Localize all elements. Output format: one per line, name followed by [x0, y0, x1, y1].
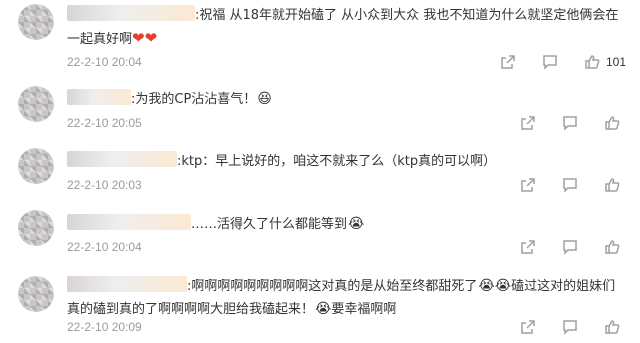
comment-button[interactable]: [562, 239, 578, 255]
comment-button[interactable]: [542, 54, 558, 70]
comment-text: :啊啊啊啊啊啊啊啊啊这对真的是从始至终都甜死了😭😭磕过这对的姐妹们真的磕到真的了…: [67, 275, 622, 321]
comment-button[interactable]: [562, 115, 578, 131]
like-button[interactable]: 101: [584, 54, 626, 70]
heart-emoji: ❤❤: [132, 29, 158, 47]
like-button[interactable]: [604, 177, 626, 193]
username-blurred[interactable]: [67, 276, 187, 292]
comment-time: 22-2-10 20:05: [67, 116, 142, 130]
like-button[interactable]: [604, 115, 626, 131]
comment-body: ……活得久了什么都能等到: [191, 217, 348, 232]
like-icon: [605, 178, 620, 192]
comment-icon: [563, 116, 577, 131]
comment-time: 22-2-10 20:04: [67, 240, 142, 254]
like-button[interactable]: [604, 239, 626, 255]
username-blurred[interactable]: [67, 214, 191, 230]
username-blurred[interactable]: [67, 5, 195, 21]
comment-actions: [520, 177, 626, 193]
comment-text: :祝福 从18年就开始磕了 从小众到大众 我也不知道为什么就坚定他俩会在一起真好…: [67, 5, 622, 51]
comment-actions: 101: [500, 54, 626, 70]
avatar[interactable]: [18, 276, 54, 312]
share-icon: [521, 116, 535, 130]
share-icon: [521, 240, 535, 254]
like-icon: [585, 55, 600, 69]
comment-text: ……活得久了什么都能等到😭: [67, 213, 622, 236]
comment-text: :为我的CP沾沾喜气！😆: [67, 88, 622, 111]
share-button[interactable]: [520, 239, 536, 255]
comment-body: :啊啊啊啊啊啊啊啊啊这对真的是从始至终都甜死了: [187, 279, 478, 294]
username-blurred[interactable]: [67, 151, 177, 167]
comment-button[interactable]: [562, 319, 578, 335]
comment-text: :ktp：早上说好的，咱这不就来了么（ktp真的可以啊）: [67, 151, 622, 173]
like-button[interactable]: [604, 319, 626, 335]
crying-emoji: 😭: [348, 216, 365, 232]
avatar[interactable]: [18, 210, 54, 246]
avatar[interactable]: [18, 86, 54, 122]
crying-emoji: 😭😭: [478, 278, 512, 294]
share-icon: [501, 55, 515, 69]
comment-actions: [520, 115, 626, 131]
laugh-emoji: 😆: [257, 91, 272, 107]
comment-body: :为我的CP沾沾喜气！: [131, 92, 257, 107]
comment-button[interactable]: [562, 177, 578, 193]
share-button[interactable]: [520, 115, 536, 131]
comment-item: :啊啊啊啊啊啊啊啊啊这对真的是从始至终都甜死了😭😭磕过这对的姐妹们真的磕到真的了…: [0, 266, 640, 343]
comment-actions: [520, 239, 626, 255]
comment-body: :ktp：早上说好的，咱这不就来了么（ktp真的可以啊）: [177, 154, 497, 169]
comment-icon: [563, 320, 577, 335]
like-icon: [605, 116, 620, 130]
comment-actions: [520, 319, 626, 335]
like-icon: [605, 320, 620, 334]
comment-item: :祝福 从18年就开始磕了 从小众到大众 我也不知道为什么就坚定他俩会在一起真好…: [0, 0, 640, 76]
comment-icon: [563, 240, 577, 255]
like-count: 101: [605, 55, 626, 69]
username-blurred[interactable]: [67, 89, 131, 105]
share-icon: [521, 178, 535, 192]
comment-icon: [543, 55, 557, 70]
comment-time: 22-2-10 20:04: [67, 55, 142, 69]
comment-icon: [563, 178, 577, 193]
comment-time: 22-2-10 20:09: [67, 320, 142, 334]
comment-item: ……活得久了什么都能等到😭 22-2-10 20:04: [0, 204, 640, 264]
share-button[interactable]: [500, 54, 516, 70]
share-button[interactable]: [520, 319, 536, 335]
comment-body: 要幸福啊啊: [331, 302, 397, 317]
avatar[interactable]: [18, 148, 54, 184]
share-icon: [521, 320, 535, 334]
share-button[interactable]: [520, 177, 536, 193]
comment-item: :为我的CP沾沾喜气！😆 22-2-10 20:05: [0, 80, 640, 140]
avatar[interactable]: [18, 4, 54, 40]
comment-time: 22-2-10 20:03: [67, 178, 142, 192]
like-icon: [605, 240, 620, 254]
crying-emoji: 😭: [315, 301, 332, 317]
comment-item: :ktp：早上说好的，咱这不就来了么（ktp真的可以啊） 22-2-10 20:…: [0, 140, 640, 200]
